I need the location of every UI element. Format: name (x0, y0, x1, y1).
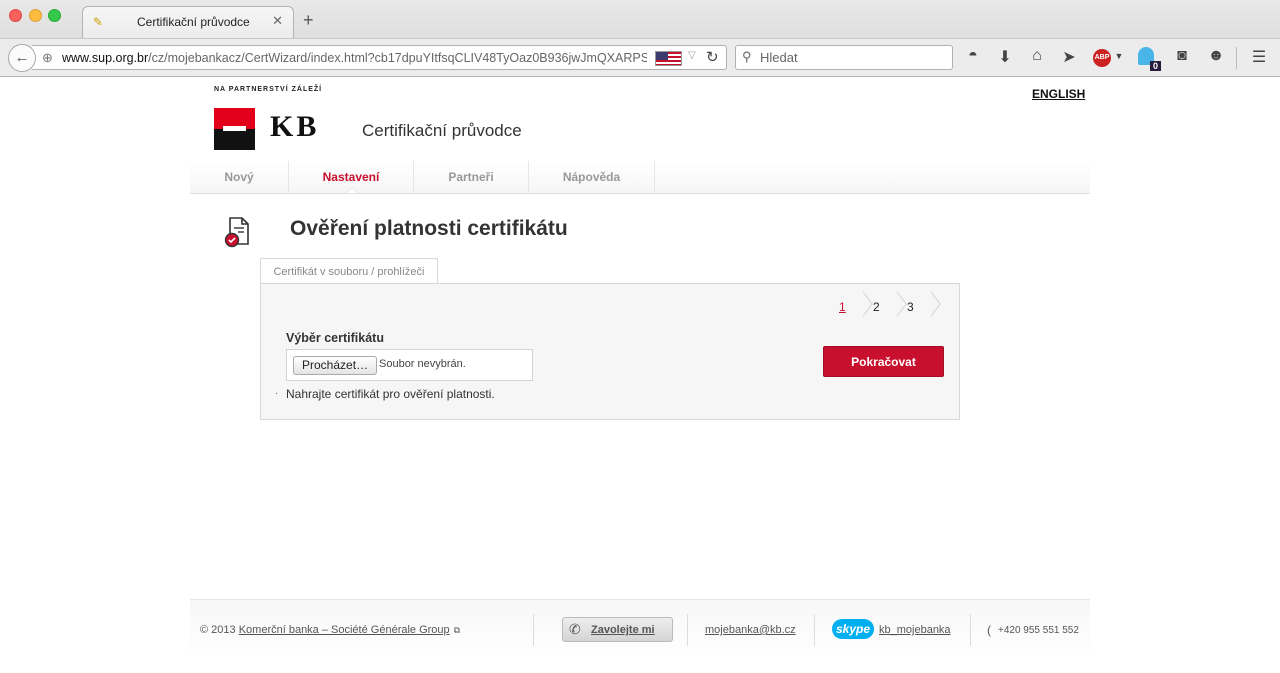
external-link-icon: ⧉ (453, 625, 461, 635)
call-me-label: Zavolejte mi (591, 624, 655, 636)
komercni-banka-link[interactable]: Komerční banka – Société Générale Group (239, 624, 450, 636)
language-link-english[interactable]: ENGLISH (1032, 87, 1085, 101)
back-button[interactable]: ← (8, 44, 36, 72)
toolbar-divider (1236, 47, 1237, 69)
chevron-down-icon[interactable]: ▼ (1108, 51, 1130, 61)
chat-icon[interactable]: ☻ (1205, 47, 1227, 65)
minimize-window-button[interactable] (29, 9, 42, 22)
tab-close-icon[interactable]: ✕ (272, 13, 283, 29)
browser-chrome: ✎ Certifikační průvodce ✕ + ⊕ www.sup.or… (0, 0, 1280, 77)
footer-divider (970, 614, 971, 646)
nav-item-napoveda[interactable]: Nápověda (529, 161, 655, 193)
ghostery-count-badge: 0 (1150, 61, 1162, 71)
us-flag-icon[interactable] (655, 51, 682, 66)
phone-icon: ( (987, 623, 991, 637)
kb-logo-mark (214, 108, 255, 150)
footer-divider (687, 614, 688, 646)
browse-button[interactable]: Procházet… (293, 356, 378, 375)
step-1[interactable]: 1 (839, 294, 873, 320)
continue-button[interactable]: Pokračovat (823, 346, 944, 377)
favicon-icon: ✎ (93, 15, 104, 29)
email-link[interactable]: mojebanka@kb.cz (705, 624, 796, 636)
skype-link[interactable]: kb_mojebanka (879, 624, 951, 636)
url-text[interactable]: www.sup.org.br/cz/mojebankacz/CertWizard… (62, 51, 647, 65)
arrow-left-icon: ← (14, 49, 30, 66)
call-me-button[interactable]: ✆ Zavolejte mi (562, 617, 673, 642)
footer-divider (814, 614, 815, 646)
menu-icon[interactable]: ☰ (1248, 47, 1270, 67)
bullet-icon: · (275, 388, 279, 399)
browser-tab[interactable]: ✎ Certifikační průvodce ✕ (82, 6, 294, 38)
certificate-field-label: Výběr certifikátu (286, 331, 384, 345)
send-icon[interactable]: ➤ (1058, 47, 1080, 67)
download-icon[interactable]: ⬇ (994, 47, 1016, 67)
home-icon[interactable]: ⌂ (1026, 47, 1048, 65)
maximize-window-button[interactable] (48, 9, 61, 22)
new-tab-button[interactable]: + (303, 10, 314, 31)
page-content: NA PARTNERSTVÍ ZÁLEŽÍ ENGLISH KB Certifi… (0, 77, 1280, 673)
step-3: 3 (907, 294, 941, 320)
footer: © 2013 Komerční banka – Société Générale… (190, 599, 1090, 659)
wizard-steps: 1 2 3 (839, 294, 941, 320)
close-window-button[interactable] (9, 9, 22, 22)
wizard-panel: 1 2 3 Výběr certifikátu Procházet… Soubo… (260, 283, 960, 420)
tab-certificate-file[interactable]: Certifikát v souboru / prohlížeči (260, 258, 438, 284)
main-navigation: Nový Nastavení Partneři Nápověda (190, 161, 1090, 194)
nav-item-partneri[interactable]: Partneři (414, 161, 529, 193)
active-caret-icon (346, 187, 358, 193)
navigation-toolbar: ⊕ www.sup.org.br/cz/mojebankacz/CertWiza… (0, 38, 1280, 76)
search-icon: ⚲ (742, 49, 752, 64)
mask-icon[interactable]: ◓ (962, 47, 984, 65)
app-title: Certifikační průvodce (362, 121, 522, 140)
globe-icon: ⊕ (42, 50, 53, 65)
tab-title: Certifikační průvodce (137, 15, 250, 29)
search-bar[interactable]: ⚲ (735, 45, 953, 70)
phone-icon: ✆ (569, 621, 581, 637)
footer-divider (533, 614, 534, 646)
file-input[interactable]: Procházet… Soubor nevybrán. (286, 349, 533, 381)
kb-logo-text: KB (270, 110, 320, 143)
slogan: NA PARTNERSTVÍ ZÁLEŽÍ (214, 86, 323, 93)
certificate-icon (224, 217, 249, 248)
skype-logo: skype (832, 619, 874, 639)
page-title: Ověření platnosti certifikátu (290, 217, 568, 240)
file-status-text: Soubor nevybrán. (379, 358, 466, 370)
phone-number: +420 955 551 552 (998, 625, 1079, 636)
chevron-down-icon[interactable]: ▽ (688, 50, 696, 61)
nav-item-novy[interactable]: Nový (190, 161, 289, 193)
upload-hint: Nahrajte certifikát pro ověření platnost… (286, 387, 495, 401)
step-2: 2 (873, 294, 907, 320)
reload-icon[interactable]: ↻ (706, 48, 719, 66)
url-bar[interactable]: ⊕ www.sup.org.br/cz/mojebankacz/CertWiza… (32, 45, 727, 70)
copyright: © 2013 Komerční banka – Société Générale… (200, 624, 461, 636)
pocket-icon[interactable]: ◙ (1171, 47, 1193, 65)
search-input[interactable] (760, 50, 945, 65)
